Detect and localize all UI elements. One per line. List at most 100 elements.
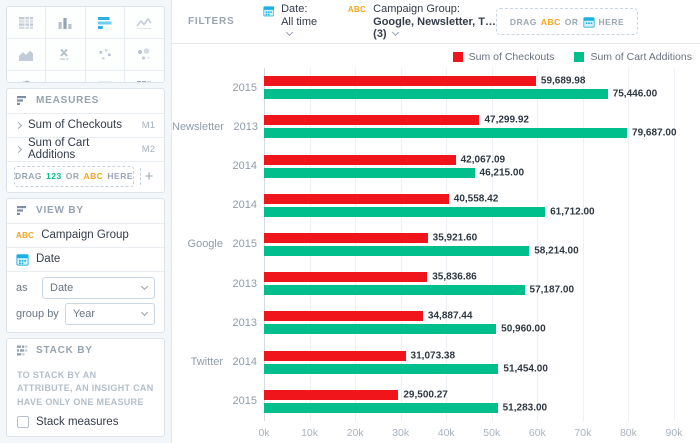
bar-sum-of-checkouts[interactable]: 29,500.27: [264, 390, 398, 400]
legend-label: Sum of Checkouts: [469, 51, 555, 63]
dz-123-badge: 123: [46, 171, 62, 181]
bar-value-label: 61,712.00: [550, 206, 595, 217]
main-area: FILTERS Date: All time ABC Campaign Grou…: [172, 0, 700, 443]
legend-item-cart-additions[interactable]: Sum of Cart Additions: [574, 51, 692, 63]
vis-type-bubble-chart[interactable]: [125, 39, 164, 71]
measures-drop-zone[interactable]: DRAG 123 OR ABC HERE: [14, 166, 134, 187]
date-filter-value[interactable]: All time: [281, 16, 320, 40]
bar-sum-of-cart-additions[interactable]: 51,283.00: [264, 403, 498, 413]
vis-type-line-chart[interactable]: [125, 7, 164, 39]
chart-row: 2013 34,887.44 50,960.00: [172, 303, 700, 342]
measures-icon: [16, 94, 29, 107]
group-label: Newsletter: [172, 121, 224, 133]
vis-type-pie-chart[interactable]: [7, 71, 46, 83]
row-labels: 2015: [172, 82, 264, 94]
year-label: 2014: [227, 199, 257, 211]
chart-row: Twitter201431,073.38 51,454.00: [172, 343, 700, 382]
chevron-down-icon: [286, 29, 293, 36]
pie-chart-icon: [16, 77, 36, 83]
chevron-right-icon[interactable]: [15, 145, 22, 152]
bar-sum-of-checkouts[interactable]: 42,067.09: [264, 155, 456, 165]
stack-measures-checkbox[interactable]: [17, 416, 29, 428]
bar-value-label: 35,921.60: [433, 232, 478, 243]
donut-chart-icon: [55, 77, 75, 83]
measure-tag: M2: [142, 144, 155, 155]
vis-type-bar-chart-selected[interactable]: [86, 7, 125, 39]
row-labels: 2014: [172, 199, 264, 211]
bar-sum-of-cart-additions[interactable]: 57,187.00: [264, 285, 525, 295]
date-filter-label: Date:: [281, 3, 320, 15]
table-icon: [16, 13, 36, 33]
row-labels: Google2015: [172, 238, 264, 250]
measure-item-cart-additions[interactable]: Sum of Cart Additions M2: [7, 137, 164, 161]
add-measure-button[interactable]: +: [140, 168, 157, 185]
bar-sum-of-checkouts[interactable]: 35,836.86: [264, 272, 427, 282]
measure-item-checkouts[interactable]: Sum of Checkouts M1: [7, 113, 164, 137]
stack-by-hint: TO STACK BY AN ATTRIBUTE, AN INSIGHT CAN…: [7, 363, 164, 414]
vis-type-area-chart[interactable]: [7, 39, 46, 71]
vis-type-column-chart[interactable]: [46, 7, 85, 39]
bar-sum-of-checkouts[interactable]: 35,921.60: [264, 233, 428, 243]
chart-area: Sum of Checkouts Sum of Cart Additions 2…: [172, 44, 700, 443]
dz-text: DRAG: [510, 17, 537, 27]
stack-by-title: STACK BY: [36, 345, 93, 356]
x-axis-tick: 90k: [666, 427, 683, 439]
filter-drop-zone[interactable]: DRAG ABC OR HERE: [496, 8, 638, 35]
date-config: as Date group by Year: [7, 271, 164, 332]
line-chart-icon: [134, 13, 154, 33]
year-label: 2013: [227, 278, 257, 290]
measures-drop-row: DRAG 123 OR ABC HERE +: [7, 161, 164, 192]
vis-type-heatmap[interactable]: [125, 71, 164, 83]
date-dimension-select[interactable]: Date: [42, 277, 155, 299]
campaign-filter-value[interactable]: Google, Newsletter, T… (3): [373, 16, 496, 40]
vis-type-table[interactable]: [7, 7, 46, 39]
chart-row: Google201535,921.6058,214.00: [172, 225, 700, 264]
granularity-select[interactable]: Year: [65, 303, 155, 325]
stack-measures-row[interactable]: Stack measures: [7, 413, 164, 436]
heatmap-icon: [134, 77, 154, 83]
campaign-group-filter[interactable]: ABC Campaign Group: Google, Newsletter, …: [348, 3, 496, 40]
legend-item-checkouts[interactable]: Sum of Checkouts: [453, 51, 555, 63]
bar-value-label: 51,283.00: [503, 402, 548, 413]
year-label: 2013: [227, 317, 257, 329]
bar-sum-of-checkouts[interactable]: 40,558.42: [264, 194, 449, 204]
bar-sum-of-checkouts[interactable]: 34,887.44: [264, 311, 423, 321]
view-by-item-date[interactable]: Date: [7, 247, 164, 271]
vis-type-scatter-plot[interactable]: [86, 39, 125, 71]
x-axis-tick: 60k: [529, 427, 546, 439]
bar-sum-of-cart-additions[interactable]: 50,960.00: [264, 324, 496, 334]
bar-sum-of-cart-additions[interactable]: 75,446.00: [264, 89, 608, 99]
bar-sum-of-cart-additions[interactable]: 46,215.00: [264, 168, 475, 178]
vis-type-treemap[interactable]: [86, 71, 125, 83]
measures-section: MEASURES Sum of Checkouts M1 Sum of Cart…: [6, 88, 165, 193]
app-window: MEASURES Sum of Checkouts M1 Sum of Cart…: [0, 0, 700, 443]
area-chart-icon: [16, 45, 36, 65]
bar-sum-of-cart-additions[interactable]: 58,214.00: [264, 246, 529, 256]
bar-sum-of-checkouts[interactable]: 47,299.92: [264, 115, 479, 125]
bar-value-label: 75,446.00: [613, 89, 658, 100]
bar-sum-of-checkouts[interactable]: 31,073.38: [264, 351, 406, 361]
measure-label: Sum of Checkouts: [28, 119, 122, 131]
measure-label: Sum of Cart Additions: [28, 137, 135, 161]
x-axis-tick: 80k: [620, 427, 637, 439]
vis-type-headline[interactable]: [46, 39, 85, 71]
date-filter[interactable]: Date: All time: [263, 3, 320, 40]
row-bars: 29,500.27 51,283.00: [264, 390, 674, 413]
chevron-right-icon[interactable]: [15, 121, 22, 128]
x-axis-tick: 0k: [258, 427, 269, 439]
campaign-filter-value-text: Google, Newsletter, T… (3): [373, 16, 496, 40]
row-bars: 40,558.42 61,712.00: [264, 194, 674, 217]
row-labels: 2013: [172, 278, 264, 290]
legend-label: Sum of Cart Additions: [590, 51, 692, 63]
bar-value-label: 59,689.98: [541, 76, 586, 87]
bar-sum-of-cart-additions[interactable]: 61,712.00: [264, 207, 545, 217]
chart-rows: 201559,689.9875,446.00Newsletter201347,2…: [172, 68, 700, 421]
chevron-down-icon: [392, 29, 399, 36]
view-by-item-campaign-group[interactable]: ABC Campaign Group: [7, 223, 164, 247]
bar-sum-of-cart-additions[interactable]: 51,454.00: [264, 364, 498, 374]
vis-type-donut-chart[interactable]: [46, 71, 85, 83]
bubble-chart-icon: [134, 45, 154, 65]
bar-sum-of-checkouts[interactable]: 59,689.98: [264, 76, 536, 86]
row-labels: Twitter2014: [172, 356, 264, 368]
bar-sum-of-cart-additions[interactable]: 79,687.00: [264, 128, 627, 138]
